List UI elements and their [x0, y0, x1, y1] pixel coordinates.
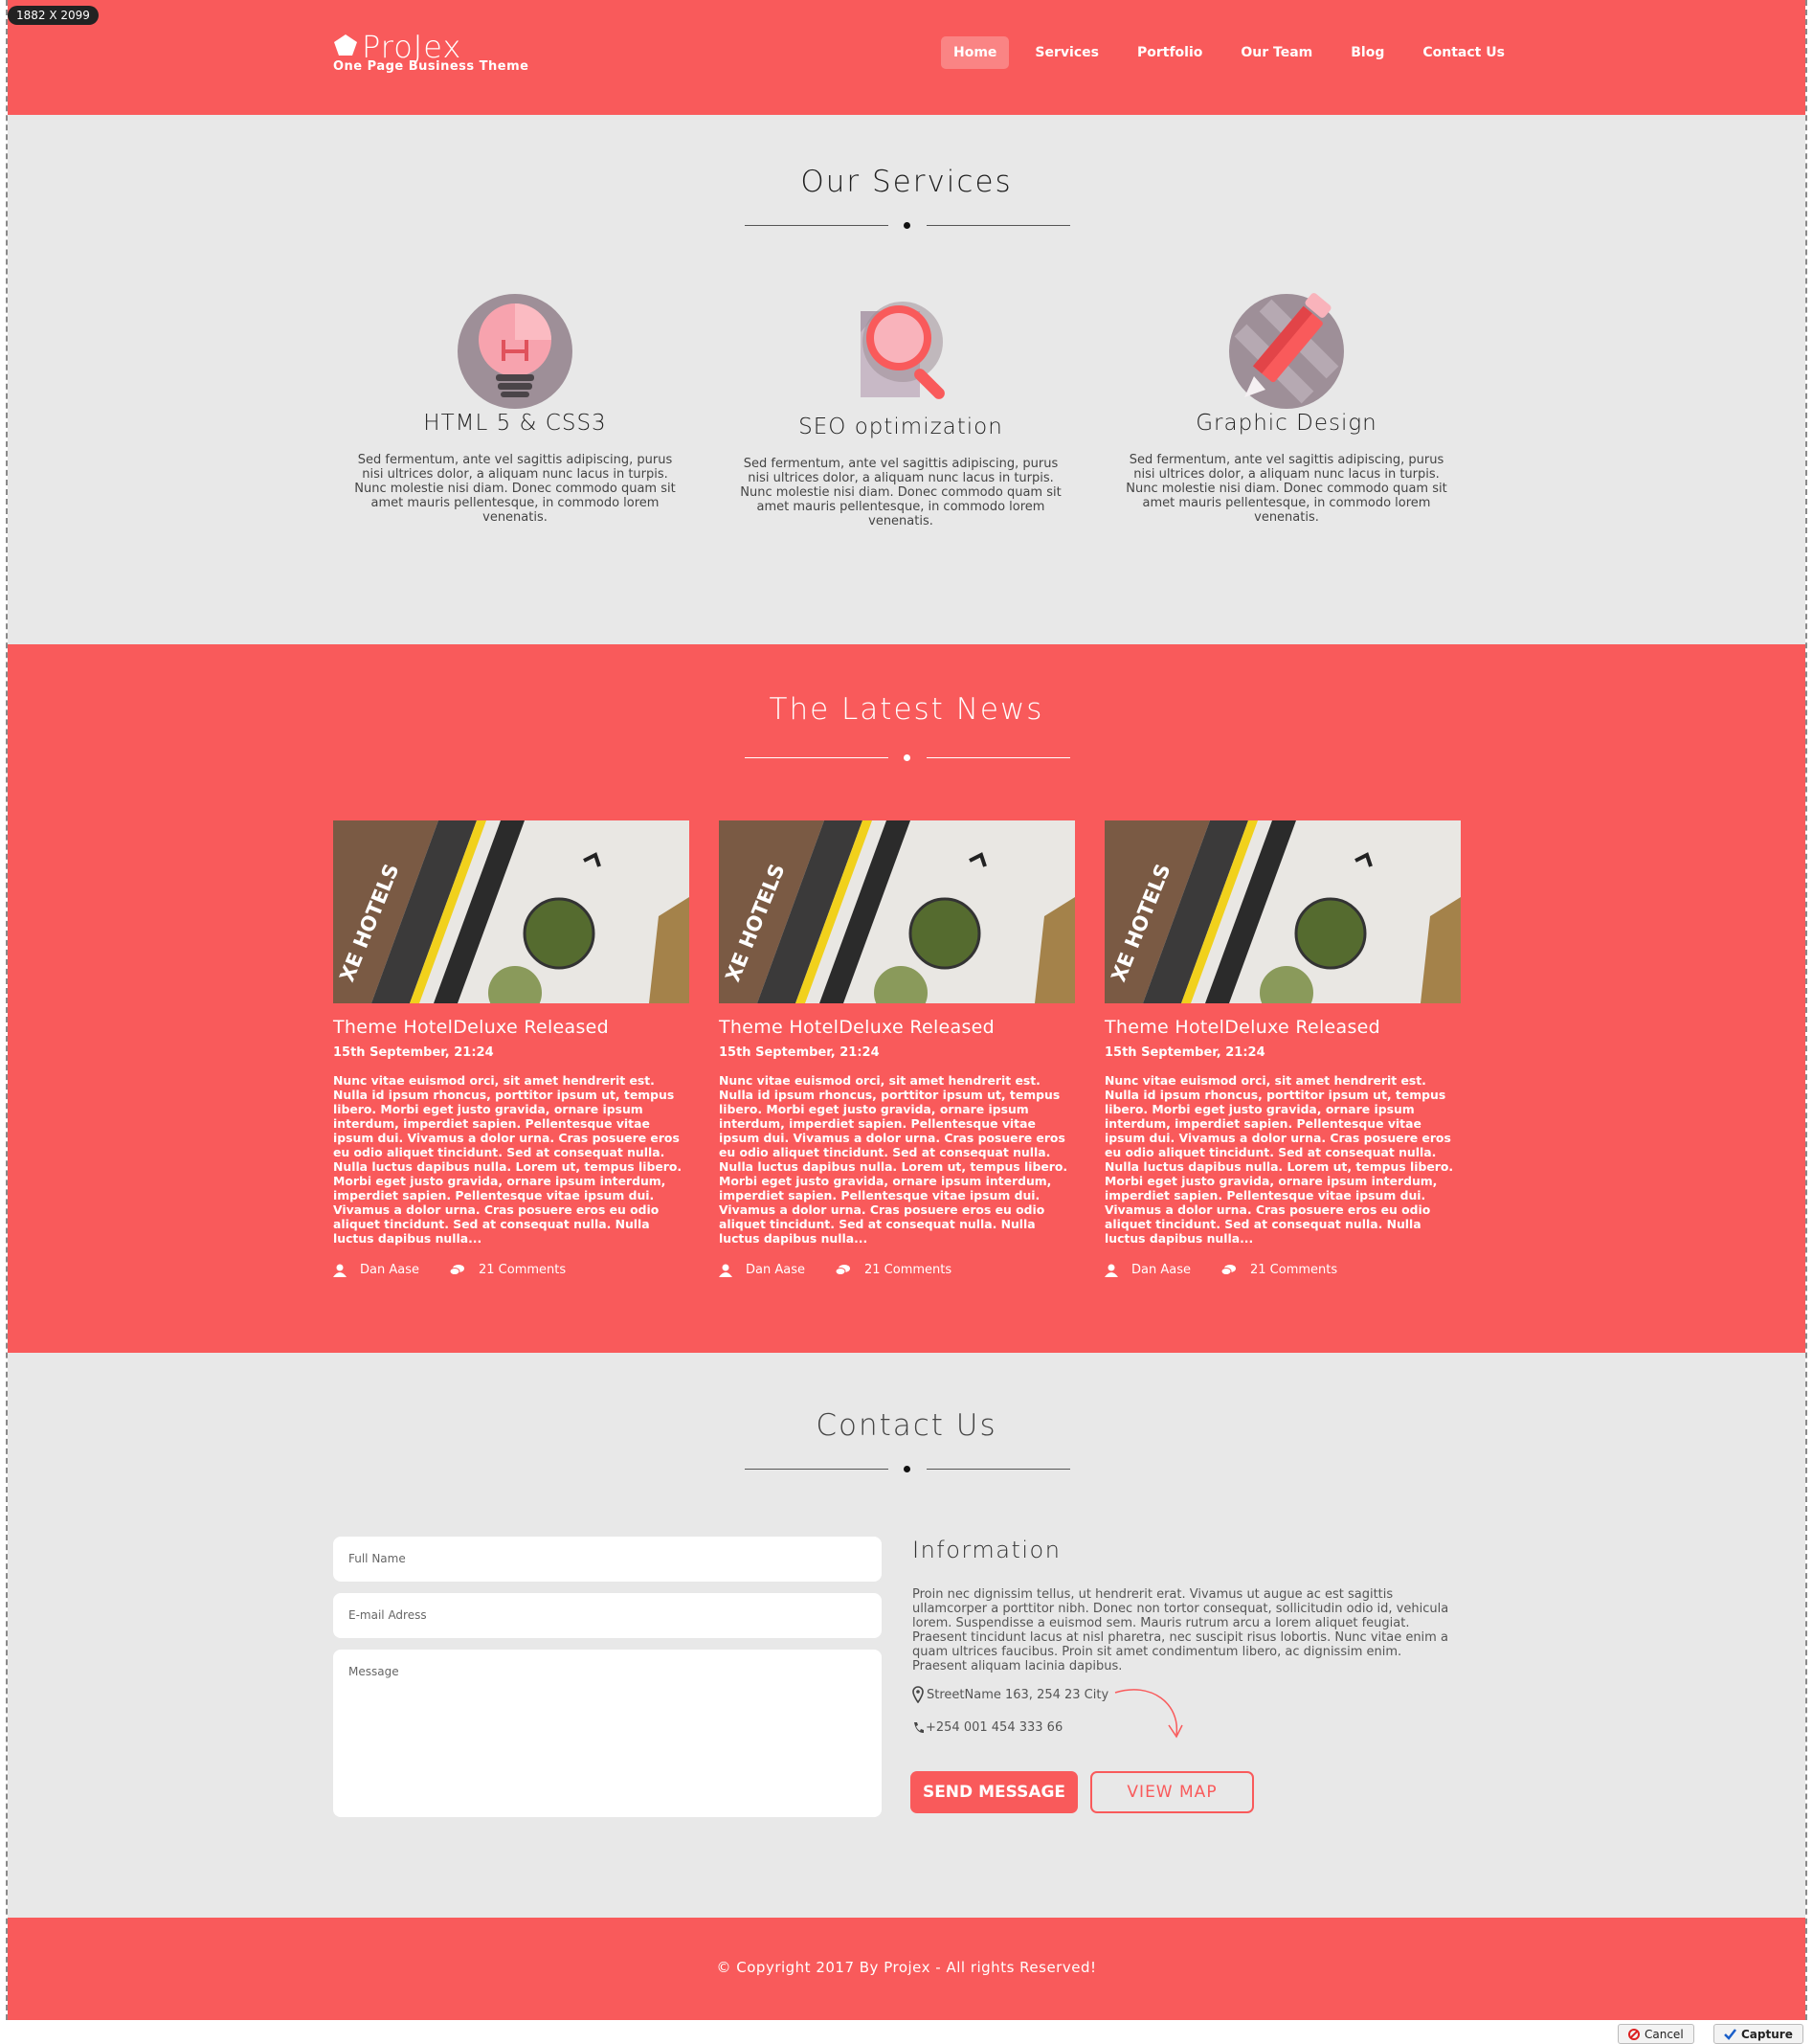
news-post: XE HOTELS Theme HotelDeluxe Released 15t… [333, 820, 689, 1277]
service-text: Sed fermentum, ante vel sagittis adipisc… [740, 457, 1062, 528]
capture-label: Capture [1741, 2027, 1793, 2041]
email-input[interactable]: E-mail Adress [333, 1593, 882, 1638]
map-pin-icon [912, 1686, 924, 1703]
post-comments[interactable]: 21 Comments [449, 1263, 567, 1277]
dimension-badge: 1882 X 2099 [8, 6, 99, 25]
address-text: StreetName 163, 254 23 City [927, 1687, 1109, 1702]
post-thumbnail[interactable]: XE HOTELS [1105, 820, 1461, 1003]
contact-title: Contact Us [816, 1408, 997, 1443]
post-date: 15th September, 21:24 [719, 1045, 880, 1060]
news-title: The Latest News [769, 692, 1044, 727]
post-author[interactable]: Dan Aase [360, 1263, 419, 1277]
address-row: StreetName 163, 254 23 City [912, 1686, 1108, 1703]
message-textarea[interactable]: Message [333, 1650, 882, 1817]
magnifier-icon [841, 292, 960, 411]
main-nav: Home Services Portfolio Our Team Blog Co… [941, 36, 1531, 69]
nav-home[interactable]: Home [941, 36, 1010, 69]
information-title: Information [912, 1537, 1062, 1563]
post-title[interactable]: Theme HotelDeluxe Released [1105, 1017, 1461, 1038]
phone-row: +254 001 454 333 66 [912, 1720, 1063, 1735]
message-placeholder: Message [348, 1665, 399, 1678]
pentagon-logo-icon [334, 34, 357, 56]
service-design: Graphic Design Sed fermentum, ante vel s… [1114, 292, 1459, 525]
phone-icon [914, 1721, 924, 1733]
logo-tagline: One Page Business Theme [333, 59, 529, 74]
post-meta: Dan Aase 21 Comments [1105, 1263, 1461, 1277]
capture-toolbar: Cancel Capture [0, 2020, 1813, 2044]
news-post: XE HOTELS Theme HotelDeluxe Released 15t… [1105, 820, 1461, 1277]
contact-section: Contact Us [8, 1353, 1805, 1918]
user-icon [333, 1264, 347, 1277]
send-message-button[interactable]: SEND MESSAGE [910, 1771, 1078, 1813]
post-meta: Dan Aase 21 Comments [719, 1263, 1075, 1277]
capture-frame: 1882 X 2099 ProJex One Page Business The… [0, 0, 1813, 2044]
comments-icon [449, 1264, 464, 1275]
view-map-button[interactable]: VIEW MAP [1090, 1771, 1254, 1813]
post-comments-count: 21 Comments [478, 1263, 567, 1277]
post-body: Nunc vitae euismod orci, sit amet hendre… [719, 1073, 1068, 1246]
service-html: HTML 5 & CSS3 Sed fermentum, ante vel sa… [343, 292, 687, 525]
nav-services[interactable]: Services [1022, 36, 1111, 69]
post-title[interactable]: Theme HotelDeluxe Released [333, 1017, 689, 1038]
service-title: SEO optimization [798, 415, 1003, 439]
post-comments[interactable]: 21 Comments [835, 1263, 952, 1277]
capture-button[interactable]: Capture [1713, 2024, 1803, 2044]
hotel-thumbnail-image: XE HOTELS [1105, 820, 1461, 1003]
user-icon [719, 1264, 732, 1277]
checkmark-icon [1724, 2028, 1736, 2040]
email-placeholder: E-mail Adress [348, 1608, 427, 1622]
post-comments-count: 21 Comments [863, 1263, 952, 1277]
post-thumbnail[interactable]: XE HOTELS [333, 820, 689, 1003]
service-title: Graphic Design [1196, 411, 1377, 436]
post-comments[interactable]: 21 Comments [1220, 1263, 1338, 1277]
cancel-label: Cancel [1645, 2027, 1684, 2041]
curved-arrow-icon [1114, 1689, 1183, 1739]
comments-icon [835, 1264, 850, 1275]
information-text: Proin nec dignissim tellus, ut hendrerit… [912, 1587, 1449, 1673]
pencil-icon [1227, 292, 1346, 411]
post-date: 15th September, 21:24 [333, 1045, 494, 1060]
full-name-input[interactable]: Full Name [333, 1537, 882, 1582]
header: ProJex One Page Business Theme Home Serv… [8, 0, 1805, 115]
cancel-button[interactable]: Cancel [1618, 2024, 1694, 2044]
post-thumbnail[interactable]: XE HOTELS [719, 820, 1075, 1003]
post-body: Nunc vitae euismod orci, sit amet hendre… [1105, 1073, 1454, 1246]
comments-icon [1220, 1264, 1236, 1275]
post-author[interactable]: Dan Aase [1131, 1263, 1191, 1277]
phone-text: +254 001 454 333 66 [926, 1720, 1063, 1735]
services-divider [745, 220, 1070, 232]
web-page: ProJex One Page Business Theme Home Serv… [6, 0, 1807, 2020]
post-body: Nunc vitae euismod orci, sit amet hendre… [333, 1073, 683, 1246]
full-name-placeholder: Full Name [348, 1552, 406, 1565]
lightbulb-icon [456, 292, 574, 411]
nav-blog[interactable]: Blog [1338, 36, 1397, 69]
service-seo: SEO optimization Sed fermentum, ante vel… [728, 292, 1073, 528]
post-title[interactable]: Theme HotelDeluxe Released [719, 1017, 1075, 1038]
contact-divider [745, 1464, 1070, 1475]
hotel-thumbnail-image: XE HOTELS [333, 820, 689, 1003]
user-icon [1105, 1264, 1118, 1277]
services-section: Our Services HTML 5 & CSS3 Sed fermentum… [8, 115, 1805, 644]
nav-our-team[interactable]: Our Team [1228, 36, 1325, 69]
post-meta: Dan Aase 21 Comments [333, 1263, 689, 1277]
service-title: HTML 5 & CSS3 [423, 411, 607, 436]
post-comments-count: 21 Comments [1249, 1263, 1338, 1277]
service-text: Sed fermentum, ante vel sagittis adipisc… [1126, 453, 1447, 525]
news-post: XE HOTELS Theme HotelDeluxe Released 15t… [719, 820, 1075, 1277]
service-text: Sed fermentum, ante vel sagittis adipisc… [354, 453, 676, 525]
nav-contact-us[interactable]: Contact Us [1410, 36, 1517, 69]
copyright-text: © Copyright 2017 By Projex - All rights … [716, 1959, 1097, 1976]
nav-portfolio[interactable]: Portfolio [1125, 36, 1215, 69]
hotel-thumbnail-image: XE HOTELS [719, 820, 1075, 1003]
services-title: Our Services [800, 165, 1013, 199]
news-divider [745, 752, 1070, 764]
post-author[interactable]: Dan Aase [746, 1263, 805, 1277]
post-date: 15th September, 21:24 [1105, 1045, 1265, 1060]
cancel-icon [1628, 2028, 1640, 2040]
